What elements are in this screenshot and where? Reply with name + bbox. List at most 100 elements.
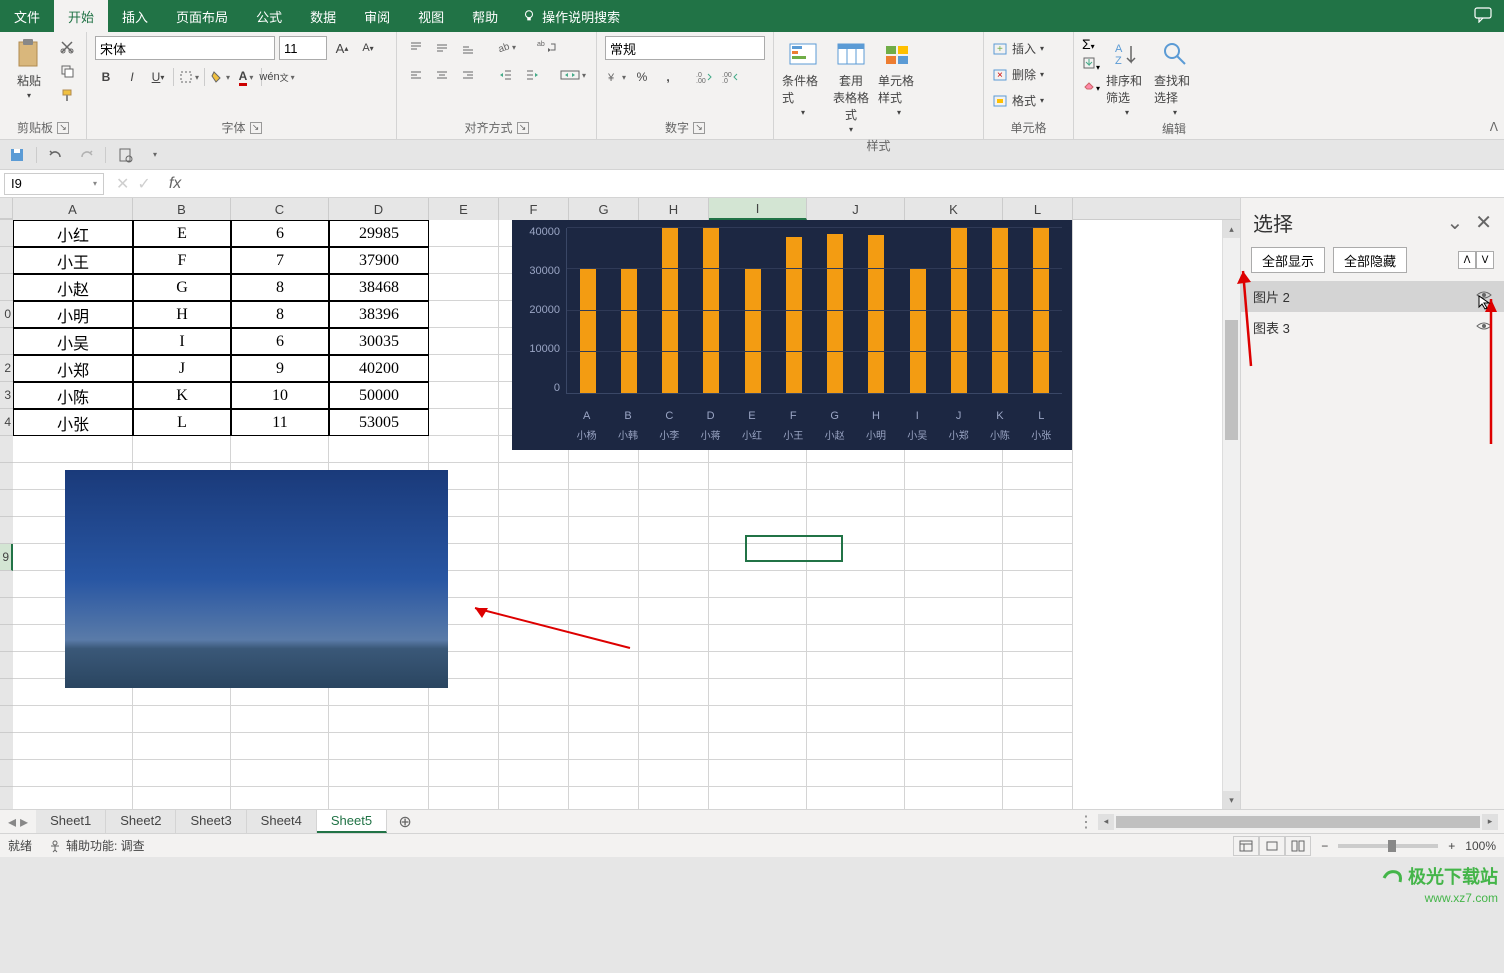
column-header-A[interactable]: A <box>13 198 133 220</box>
conditional-format-button[interactable]: 条件格式 ▾ <box>782 36 824 117</box>
sheet-nav-first[interactable]: ◂ <box>8 812 16 832</box>
row-header[interactable] <box>0 787 13 809</box>
redo-button[interactable] <box>75 144 97 166</box>
paste-button[interactable]: 粘贴 ▾ <box>8 36 50 100</box>
cell[interactable] <box>807 517 905 544</box>
scroll-left-button[interactable]: ◂ <box>1098 814 1114 830</box>
accessibility-status[interactable]: 辅助功能: 调查 <box>48 837 145 854</box>
row-header[interactable] <box>0 760 13 787</box>
percent-button[interactable]: % <box>631 66 653 88</box>
tab-page-layout[interactable]: 页面布局 <box>162 0 242 32</box>
cell[interactable] <box>807 571 905 598</box>
column-header-I[interactable]: I <box>709 198 807 220</box>
row-header[interactable] <box>0 517 13 544</box>
clear-button[interactable]: ▾ <box>1082 77 1100 96</box>
scroll-down-button[interactable]: ▾ <box>1223 791 1240 809</box>
cell[interactable] <box>709 463 807 490</box>
row-header[interactable] <box>0 598 13 625</box>
cell[interactable]: F <box>133 247 231 274</box>
cell[interactable] <box>13 760 133 787</box>
cell[interactable] <box>569 517 639 544</box>
vscroll-thumb[interactable] <box>1225 320 1238 440</box>
column-header-C[interactable]: C <box>231 198 329 220</box>
cell[interactable] <box>1003 733 1073 760</box>
cell[interactable] <box>499 490 569 517</box>
cell[interactable] <box>499 733 569 760</box>
cell[interactable] <box>429 247 499 274</box>
cell[interactable] <box>231 706 329 733</box>
align-left-button[interactable] <box>405 64 427 86</box>
print-preview-button[interactable] <box>114 144 136 166</box>
cell[interactable] <box>807 463 905 490</box>
cell[interactable]: 8 <box>231 301 329 328</box>
scroll-up-button[interactable]: ▴ <box>1223 220 1240 238</box>
zoom-level[interactable]: 100% <box>1465 839 1496 853</box>
cell[interactable] <box>499 598 569 625</box>
cell[interactable] <box>807 679 905 706</box>
decrease-decimal-button[interactable]: .00.0 <box>719 66 741 88</box>
tab-help[interactable]: 帮助 <box>458 0 512 32</box>
sheet-tab-sheet5[interactable]: Sheet5 <box>317 810 387 833</box>
cell[interactable] <box>709 490 807 517</box>
cell[interactable] <box>639 760 709 787</box>
cell[interactable] <box>905 598 1003 625</box>
cell[interactable]: 37900 <box>329 247 429 274</box>
cell[interactable] <box>807 598 905 625</box>
cell[interactable] <box>639 571 709 598</box>
cell[interactable] <box>429 409 499 436</box>
cell[interactable]: G <box>133 274 231 301</box>
row-header[interactable] <box>0 733 13 760</box>
cell[interactable]: 小陈 <box>13 382 133 409</box>
row-header[interactable] <box>0 706 13 733</box>
cell[interactable] <box>429 355 499 382</box>
collapse-ribbon-button[interactable]: ᐱ <box>1490 120 1498 134</box>
cell[interactable]: 50000 <box>329 382 429 409</box>
cell[interactable] <box>1003 625 1073 652</box>
cell[interactable] <box>905 787 1003 809</box>
cell[interactable] <box>499 544 569 571</box>
page-break-view-button[interactable] <box>1285 836 1311 856</box>
column-header-K[interactable]: K <box>905 198 1003 220</box>
merge-button[interactable] <box>559 64 587 86</box>
cell[interactable] <box>1003 463 1073 490</box>
align-middle-button[interactable] <box>431 36 453 58</box>
currency-button[interactable]: ¥ <box>605 66 627 88</box>
selection-pane-item[interactable]: 图片 2 <box>1241 281 1504 312</box>
cell[interactable] <box>807 787 905 809</box>
autosum-button[interactable]: Σ▾ <box>1082 36 1100 54</box>
vertical-scrollbar[interactable]: ▴ ▾ <box>1222 220 1240 809</box>
increase-indent-button[interactable] <box>521 64 543 86</box>
cell[interactable] <box>133 436 231 463</box>
cell[interactable]: I <box>133 328 231 355</box>
cell[interactable]: 小赵 <box>13 274 133 301</box>
normal-view-button[interactable] <box>1233 836 1259 856</box>
cell-styles-button[interactable]: 单元格样式 ▾ <box>878 36 920 117</box>
cell[interactable] <box>499 679 569 706</box>
cell[interactable] <box>639 598 709 625</box>
cell[interactable] <box>429 220 499 247</box>
cell[interactable] <box>807 490 905 517</box>
cell[interactable] <box>807 625 905 652</box>
cell[interactable] <box>639 652 709 679</box>
cell[interactable] <box>569 706 639 733</box>
cell[interactable] <box>905 625 1003 652</box>
cell[interactable] <box>807 706 905 733</box>
cell[interactable]: 40200 <box>329 355 429 382</box>
fill-color-button[interactable] <box>209 66 231 88</box>
page-layout-view-button[interactable] <box>1259 836 1285 856</box>
cut-button[interactable] <box>56 36 78 58</box>
alignment-dialog-launcher[interactable]: ↘ <box>517 122 529 134</box>
font-name-select[interactable] <box>95 36 275 60</box>
cell[interactable]: 小明 <box>13 301 133 328</box>
cell[interactable]: 29985 <box>329 220 429 247</box>
selection-pane-dropdown-icon[interactable]: ⌄ <box>1446 210 1463 235</box>
cell[interactable] <box>499 760 569 787</box>
cell[interactable]: K <box>133 382 231 409</box>
cell[interactable] <box>709 706 807 733</box>
wrap-text-button[interactable]: ab <box>533 36 561 58</box>
cell[interactable] <box>905 652 1003 679</box>
save-button[interactable] <box>6 144 28 166</box>
copy-button[interactable] <box>56 60 78 82</box>
cell[interactable] <box>13 733 133 760</box>
cell[interactable] <box>1003 679 1073 706</box>
